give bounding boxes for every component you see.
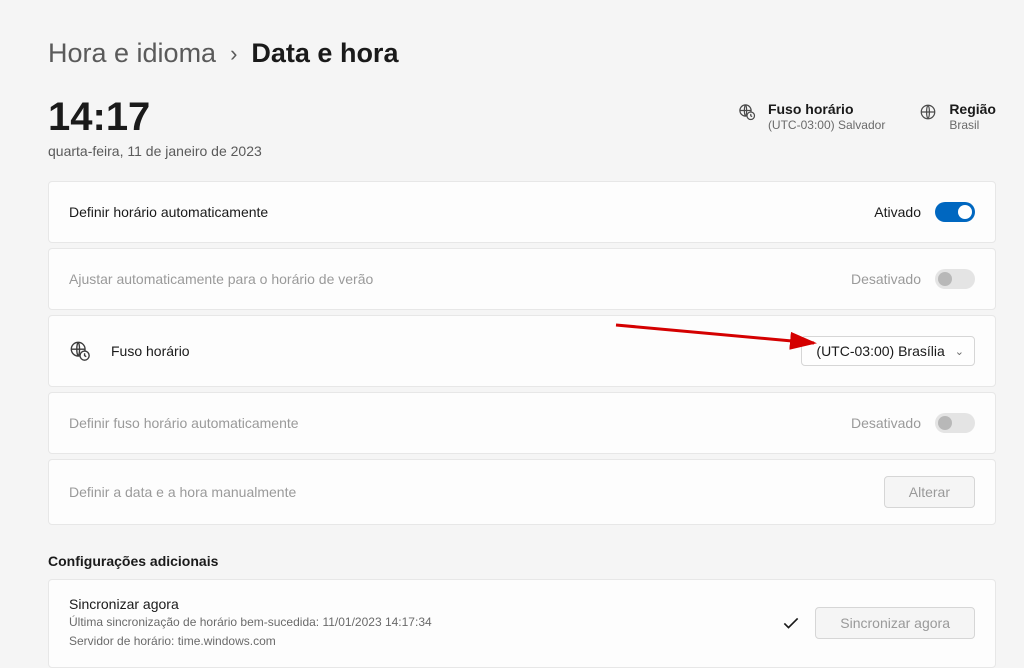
dst-label: Ajustar automaticamente para o horário d… — [69, 271, 373, 287]
auto-timezone-toggle — [935, 413, 975, 433]
auto-timezone-status: Desativado — [851, 415, 921, 431]
row-timezone: Fuso horário (UTC-03:00) Brasília ⌄ — [48, 315, 996, 387]
sync-server: Servidor de horário: time.windows.com — [69, 633, 432, 650]
change-button: Alterar — [884, 476, 975, 508]
sync-now-button[interactable]: Sincronizar agora — [815, 607, 975, 639]
timezone-dropdown[interactable]: (UTC-03:00) Brasília ⌄ — [801, 336, 975, 366]
annotation-arrow — [614, 321, 824, 351]
sync-title: Sincronizar agora — [69, 596, 432, 612]
auto-time-toggle[interactable] — [935, 202, 975, 222]
chevron-down-icon: ⌄ — [955, 345, 964, 358]
timezone-selected: (UTC-03:00) Brasília — [816, 343, 944, 359]
breadcrumb: Hora e idioma › Data e hora — [48, 38, 996, 69]
row-dst: Ajustar automaticamente para o horário d… — [48, 248, 996, 310]
row-manual-set: Definir a data e a hora manualmente Alte… — [48, 459, 996, 525]
timezone-info[interactable]: Fuso horário (UTC-03:00) Salvador — [738, 101, 885, 132]
clock-time: 14:17 — [48, 97, 262, 137]
additional-settings-header: Configurações adicionais — [48, 553, 996, 569]
region-title: Região — [949, 101, 996, 117]
clock-block: 14:17 quarta-feira, 11 de janeiro de 202… — [48, 97, 262, 159]
info-group: Fuso horário (UTC-03:00) Salvador Região… — [738, 97, 996, 132]
timezone-label: Fuso horário — [111, 343, 190, 359]
clock-date: quarta-feira, 11 de janeiro de 2023 — [48, 143, 262, 159]
row-auto-time: Definir horário automaticamente Ativado — [48, 181, 996, 243]
timezone-title: Fuso horário — [768, 101, 885, 117]
sync-last: Última sincronização de horário bem-suce… — [69, 614, 432, 631]
region-value: Brasil — [949, 118, 996, 132]
manual-set-label: Definir a data e a hora manualmente — [69, 484, 296, 500]
globe-clock-icon — [69, 340, 91, 362]
breadcrumb-parent[interactable]: Hora e idioma — [48, 38, 216, 69]
globe-icon — [919, 103, 937, 121]
globe-clock-icon — [738, 103, 756, 121]
row-auto-timezone: Definir fuso horário automaticamente Des… — [48, 392, 996, 454]
check-icon — [781, 613, 801, 633]
region-info[interactable]: Região Brasil — [919, 101, 996, 132]
row-sync-now: Sincronizar agora Última sincronização d… — [48, 579, 996, 668]
header-row: 14:17 quarta-feira, 11 de janeiro de 202… — [48, 97, 996, 159]
timezone-value: (UTC-03:00) Salvador — [768, 118, 885, 132]
dst-toggle — [935, 269, 975, 289]
auto-timezone-label: Definir fuso horário automaticamente — [69, 415, 299, 431]
breadcrumb-current: Data e hora — [251, 38, 398, 69]
auto-time-label: Definir horário automaticamente — [69, 204, 268, 220]
dst-status: Desativado — [851, 271, 921, 287]
chevron-right-icon: › — [230, 41, 237, 67]
auto-time-status: Ativado — [874, 204, 921, 220]
